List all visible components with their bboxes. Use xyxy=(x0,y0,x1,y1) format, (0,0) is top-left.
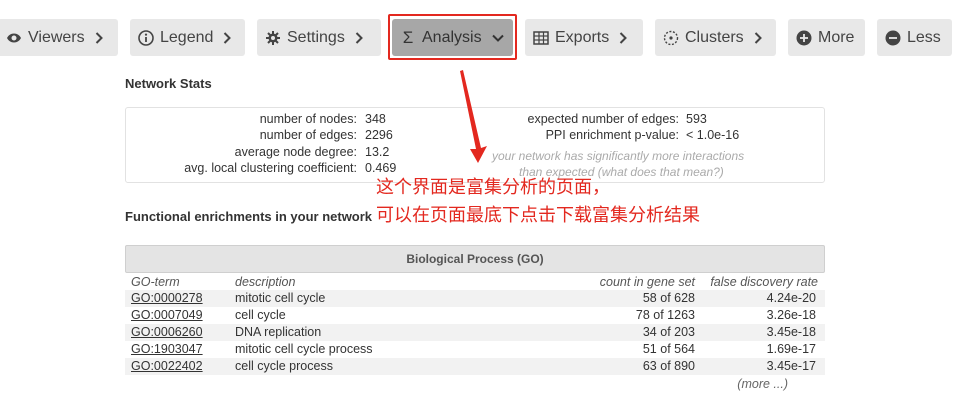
goterm-description: mitotic cell cycle xyxy=(235,291,326,305)
enrichment-heading: Functional enrichments in your network xyxy=(125,209,373,224)
column-header-fdr: false discovery rate xyxy=(710,275,818,289)
exports-button[interactable]: Exports xyxy=(525,19,643,56)
more-label: More xyxy=(818,28,855,46)
expected-edges-value: 593 xyxy=(686,112,707,126)
ppi-pvalue-label: PPI enrichment p-value: xyxy=(545,128,679,142)
goterm-link[interactable]: GO:0006260 xyxy=(131,325,203,339)
goterm-link[interactable]: GO:0000278 xyxy=(131,291,203,305)
goterm-description: cell cycle process xyxy=(235,359,333,373)
column-header-goterm: GO-term xyxy=(131,275,180,289)
nodes-value: 348 xyxy=(365,112,386,126)
table-icon xyxy=(533,30,549,46)
settings-label: Settings xyxy=(287,28,345,46)
network-stats-box: number of nodes: 348 expected number of … xyxy=(125,107,825,183)
goterm-count: 78 of 1263 xyxy=(635,308,695,322)
goterm-description: cell cycle xyxy=(235,308,286,322)
expected-edges-label: expected number of edges: xyxy=(527,112,680,126)
ppi-pvalue-value: < 1.0e-16 xyxy=(686,128,740,142)
table-row: GO:0006260 DNA replication 34 of 203 3.4… xyxy=(125,324,825,341)
exports-label: Exports xyxy=(555,28,610,46)
viewers-label: Viewers xyxy=(28,28,85,46)
legend-button[interactable]: Legend xyxy=(130,19,245,56)
clusters-icon xyxy=(663,30,679,46)
goterm-count: 34 of 203 xyxy=(642,325,695,339)
plus-circle-icon xyxy=(796,30,812,46)
goterm-fdr: 4.24e-20 xyxy=(766,291,816,305)
minus-circle-icon xyxy=(885,30,901,46)
goterm-fdr: 3.45e-18 xyxy=(766,325,816,339)
gear-icon xyxy=(265,30,281,46)
goterm-count: 58 of 628 xyxy=(642,291,695,305)
table-row: GO:0000278 mitotic cell cycle 58 of 628 … xyxy=(125,290,825,307)
less-label: Less xyxy=(907,28,941,46)
goterm-fdr: 3.45e-17 xyxy=(766,359,816,373)
annotation-line-2: 可以在页面最底下点击下载富集分析结果 xyxy=(376,205,700,226)
nodes-label: number of nodes: xyxy=(259,112,357,126)
goterm-link[interactable]: GO:0007049 xyxy=(131,308,203,322)
chevron-right-icon xyxy=(754,31,762,44)
category-title: Biological Process (GO) xyxy=(406,252,544,266)
settings-button[interactable]: Settings xyxy=(257,19,381,56)
degree-label: average node degree: xyxy=(234,145,357,159)
table-row: GO:0022402 cell cycle process 63 of 890 … xyxy=(125,358,825,375)
significance-note: your network has significantly more inte… xyxy=(492,149,745,163)
degree-value: 13.2 xyxy=(365,145,390,159)
info-icon xyxy=(138,29,154,46)
less-button[interactable]: Less xyxy=(877,19,952,56)
goterm-link[interactable]: GO:0022402 xyxy=(131,359,203,373)
chevron-right-icon xyxy=(355,31,363,44)
more-link[interactable]: (more ...) xyxy=(737,377,788,391)
clustering-label: avg. local clustering coefficient: xyxy=(184,161,357,175)
biological-process-header[interactable]: Biological Process (GO) xyxy=(125,245,825,273)
annotation-line-1: 这个界面是富集分析的页面， xyxy=(376,177,610,198)
goterm-count: 51 of 564 xyxy=(642,342,695,356)
column-header-count: count in gene set xyxy=(599,275,695,289)
edges-value: 2296 xyxy=(365,128,393,142)
viewers-button[interactable]: Viewers xyxy=(0,19,118,56)
chevron-right-icon xyxy=(223,31,232,44)
table-row: GO:0007049 cell cycle 78 of 1263 3.26e-1… xyxy=(125,307,825,324)
column-header-description: description xyxy=(235,275,296,289)
table-row: GO:1903047 mitotic cell cycle process 51… xyxy=(125,341,825,358)
eye-icon xyxy=(6,30,22,46)
analysis-highlight-box xyxy=(388,14,517,60)
clusters-button[interactable]: Clusters xyxy=(655,19,776,56)
goterm-fdr: 3.26e-18 xyxy=(766,308,816,322)
chevron-right-icon xyxy=(95,31,103,44)
legend-label: Legend xyxy=(160,28,214,46)
goterm-link[interactable]: GO:1903047 xyxy=(131,342,203,356)
edges-label: number of edges: xyxy=(259,128,357,142)
chevron-right-icon xyxy=(619,31,628,44)
clusters-label: Clusters xyxy=(685,28,744,46)
goterm-description: DNA replication xyxy=(235,325,322,339)
more-button[interactable]: More xyxy=(788,19,865,56)
goterm-description: mitotic cell cycle process xyxy=(235,342,373,356)
goterm-count: 63 of 890 xyxy=(642,359,695,373)
goterm-fdr: 1.69e-17 xyxy=(766,342,816,356)
network-stats-heading: Network Stats xyxy=(125,76,212,91)
